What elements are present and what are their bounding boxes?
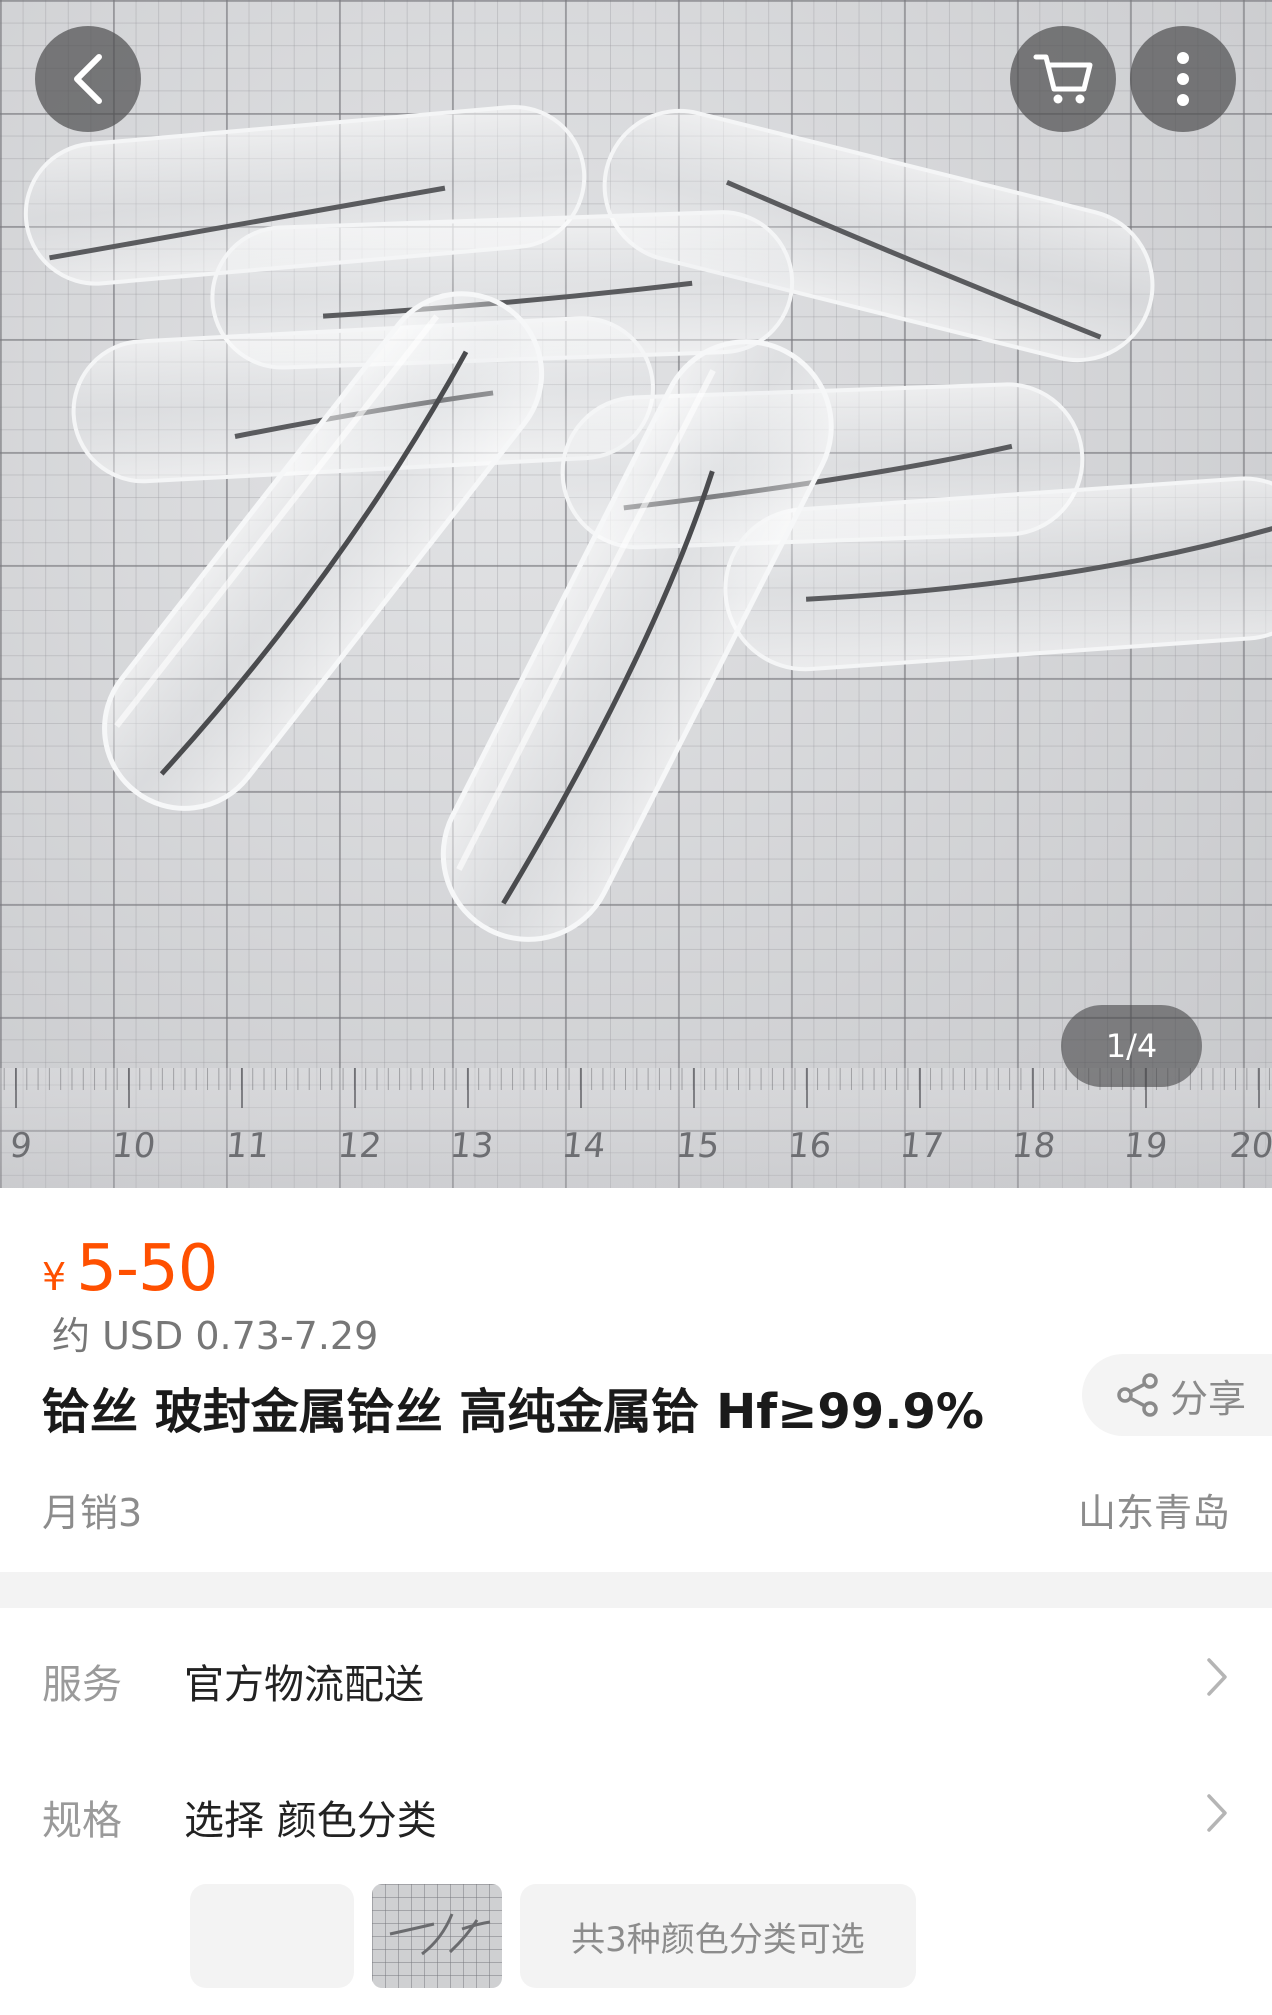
service-row[interactable]: 服务 官方物流配送	[0, 1624, 1272, 1734]
more-options-button[interactable]	[1130, 26, 1236, 132]
product-detail-page: 9 10 11 12 13 14 15 16 17 18 19 20 1/4 ¥…	[0, 0, 1272, 2015]
ruler-label: 12	[335, 1126, 384, 1166]
back-button[interactable]	[35, 26, 141, 132]
chevron-right-icon	[1207, 1794, 1227, 1832]
ship-location: 山东青岛	[1077, 1491, 1230, 1535]
spec-label: 规格	[42, 1798, 122, 1844]
ruler-label: 16	[785, 1126, 834, 1166]
chevron-left-icon	[74, 54, 102, 104]
service-label: 服务	[42, 1662, 122, 1708]
spec-value: 选择 颜色分类	[184, 1798, 437, 1844]
product-title: 铪丝 玻封金属铪丝 高纯金属铪 Hf≥99.9%	[42, 1384, 984, 1440]
product-image-gallery[interactable]: 9 10 11 12 13 14 15 16 17 18 19 20 1/4	[0, 0, 1272, 1188]
spec-row[interactable]: 规格 选择 颜色分类	[0, 1760, 1272, 1870]
share-button[interactable]: 分享	[1082, 1354, 1272, 1436]
variant-thumbnail-image	[389, 1913, 491, 1956]
section-divider	[0, 1572, 1272, 1608]
cart-icon	[1033, 54, 1093, 104]
variant-swatch-thumbnail[interactable]	[372, 1884, 502, 1988]
monthly-sales: 月销3	[42, 1491, 143, 1535]
ruler-label: 10	[109, 1126, 158, 1166]
cart-button[interactable]	[1010, 26, 1116, 132]
ruler-label: 17	[897, 1126, 946, 1166]
more-vertical-icon	[1177, 52, 1189, 106]
ruler-label: 18	[1009, 1126, 1058, 1166]
ruler-label: 14	[559, 1126, 608, 1166]
variant-swatch-blank[interactable]	[190, 1884, 354, 1988]
usd-price: 约 USD 0.73-7.29	[52, 1314, 379, 1358]
ruler-label: 9	[7, 1126, 34, 1166]
share-icon	[1117, 1373, 1158, 1417]
currency-symbol: ¥	[42, 1255, 67, 1299]
ruler-label: 19	[1121, 1126, 1170, 1166]
price-row: ¥ 5-50	[42, 1232, 218, 1306]
ruler-label: 15	[673, 1126, 722, 1166]
price-range: 5-50	[76, 1232, 218, 1306]
ruler-label: 20	[1227, 1126, 1272, 1166]
chevron-right-icon	[1207, 1658, 1227, 1696]
service-value: 官方物流配送	[184, 1662, 424, 1708]
image-pager-indicator: 1/4	[1061, 1005, 1202, 1087]
variant-swatches: 共3种颜色分类可选	[190, 1884, 916, 1988]
ruler-label: 13	[447, 1126, 496, 1166]
ruler-label: 11	[223, 1126, 272, 1166]
measuring-ruler: 9 10 11 12 13 14 15 16 17 18 19 20	[0, 1068, 1272, 1188]
share-label: 分享	[1170, 1376, 1247, 1421]
variant-count-note[interactable]: 共3种颜色分类可选	[520, 1884, 916, 1988]
